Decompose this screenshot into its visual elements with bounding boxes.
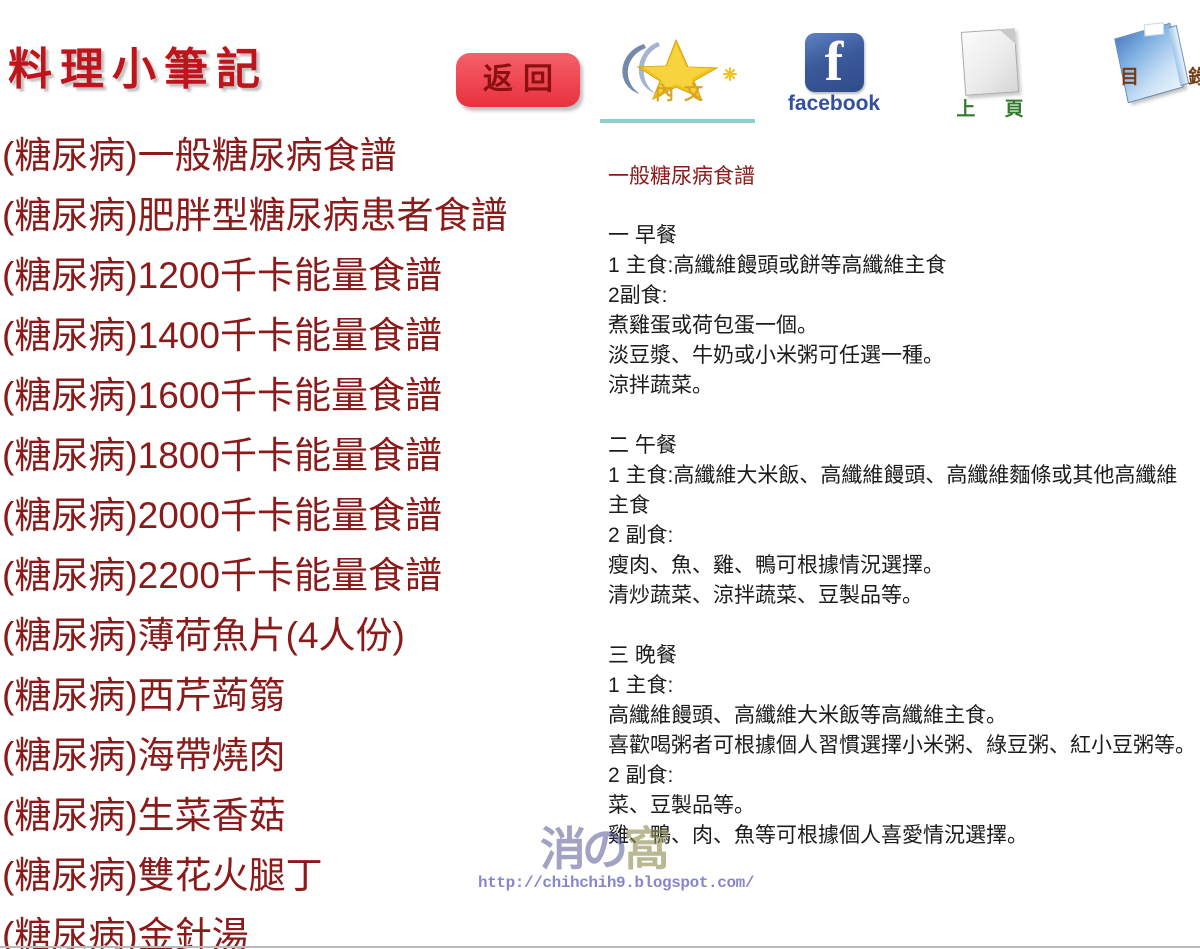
article-line: 2 副食:: [608, 764, 674, 787]
article-section: 三 晚餐 1 主食: 高纖維饅頭、高纖維大米飯等高纖維主食。喜歡喝粥者可根據個人習慣…: [608, 641, 1196, 851]
contents-button[interactable]: 目 錄: [1098, 22, 1200, 104]
recipe-list-item[interactable]: (糖尿病)一般糖尿病食譜: [0, 126, 600, 186]
recipe-list-item[interactable]: (糖尿病)雙花火腿丁: [0, 846, 600, 906]
recipe-list-item[interactable]: (糖尿病)2000千卡能量食譜: [0, 486, 600, 546]
tab-inwen-label: 內文: [654, 83, 713, 104]
article-line: 2副食:: [608, 284, 668, 307]
prev-page-button[interactable]: 上 頁: [940, 28, 1040, 120]
page-header: 料理小筆記 返回 內文 facebook 上: [0, 0, 1200, 138]
article-line: 1 主食:: [608, 674, 674, 697]
article-panel: 一般糖尿病食譜 一 早餐 1 主食:高纖維饅頭或餅等高纖維主食 2副食: 煮雞蛋或荷包…: [600, 150, 1200, 949]
article-line: 1 主食:高纖維大米飯、高纖維饅頭、高纖維麵條或其他高纖維主食: [608, 464, 1178, 517]
tab-inwen-active-underline: [600, 119, 755, 123]
recipe-list-item[interactable]: (糖尿病)肥胖型糖尿病患者食譜: [0, 186, 600, 246]
article-line: 2 副食:: [608, 524, 674, 547]
article-line: 涼拌蔬菜。: [608, 374, 713, 397]
article-title: 一般糖尿病食譜: [608, 165, 755, 188]
prev-page-label: 上 頁: [956, 99, 1036, 120]
recipe-list-item[interactable]: (糖尿病)生菜香菇: [0, 786, 600, 846]
article-line: 1 主食:高纖維饅頭或餅等高纖維主食: [608, 254, 947, 277]
article-line: 菜、豆製品等。: [608, 794, 755, 817]
recipe-list-item[interactable]: (糖尿病)1200千卡能量食譜: [0, 246, 600, 306]
back-button[interactable]: 返回: [456, 53, 580, 107]
recipe-list-item[interactable]: (糖尿病)1800千卡能量食譜: [0, 426, 600, 486]
recipe-list-item[interactable]: (糖尿病)1400千卡能量食譜: [0, 306, 600, 366]
article-line: 清炒蔬菜、涼拌蔬菜、豆製品等。: [608, 584, 923, 607]
article-line: 淡豆漿、牛奶或小米粥可任選一種。: [608, 344, 944, 367]
article-body: 一 早餐 1 主食:高纖維饅頭或餅等高纖維主食 2副食: 煮雞蛋或荷包蛋一個。淡豆漿、…: [600, 191, 1200, 851]
facebook-share-button[interactable]: facebook: [786, 29, 882, 115]
tab-inwen[interactable]: 內文: [600, 34, 758, 119]
recipe-list-item[interactable]: (糖尿病)1600千卡能量食譜: [0, 366, 600, 426]
contents-label: 目 錄: [1120, 67, 1200, 88]
facebook-icon: [804, 29, 864, 95]
facebook-label: facebook: [787, 92, 881, 115]
article-line: 煮雞蛋或荷包蛋一個。: [608, 314, 818, 337]
recipe-list[interactable]: (糖尿病)一般糖尿病食譜 (糖尿病)肥胖型糖尿病患者食譜 (糖尿病)1200千卡能量…: [0, 126, 600, 949]
article-line: 喜歡喝粥者可根據個人習慣選擇小米粥、綠豆粥、紅小豆粥等。: [608, 734, 1196, 757]
recipe-list-item[interactable]: (糖尿病)薄荷魚片(4人份): [0, 606, 600, 666]
recipe-list-item[interactable]: (糖尿病)2200千卡能量食譜: [0, 546, 600, 606]
recipe-list-item[interactable]: (糖尿病)海帶燒肉: [0, 726, 600, 786]
article-section: 一 早餐 1 主食:高纖維饅頭或餅等高纖維主食 2副食: 煮雞蛋或荷包蛋一個。淡豆漿、…: [608, 221, 1196, 401]
recipe-list-item[interactable]: (糖尿病)金針湯: [0, 906, 600, 949]
article-section-heading: 三 晚餐: [608, 644, 677, 667]
bottom-divider: [0, 946, 1200, 948]
article-section: 二 午餐 1 主食:高纖維大米飯、高纖維饅頭、高纖維麵條或其他高纖維主食 2 副食:…: [608, 431, 1196, 611]
article-section-heading: 二 午餐: [608, 434, 677, 457]
recipe-list-item[interactable]: (糖尿病)西芹蒟篛: [0, 666, 600, 726]
article-line: 高纖維饅頭、高纖維大米飯等高纖維主食。: [608, 704, 1007, 727]
book-icon: [1114, 22, 1184, 104]
article-section-heading: 一 早餐: [608, 224, 677, 247]
article-line: 雞、鴨、肉、魚等可根據個人喜愛情況選擇。: [608, 824, 1028, 847]
document-page-icon: [960, 28, 1020, 96]
page-title: 料理小筆記: [8, 45, 268, 94]
article-line: 瘦肉、魚、雞、鴨可根據情況選擇。: [608, 554, 944, 577]
